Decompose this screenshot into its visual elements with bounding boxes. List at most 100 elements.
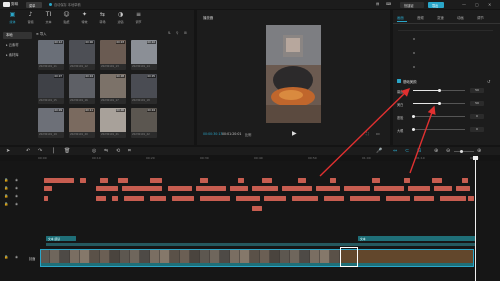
delete-icon[interactable]: 🗑 [64,148,70,154]
main-track-lock-icon[interactable]: 🔒 [4,255,8,259]
track-visibility-icon[interactable]: ◉ [15,202,18,206]
crop-icon[interactable]: ⌗ [128,148,131,154]
tab-filter[interactable]: ◑ 滤镜 [112,11,129,28]
text-clip[interactable] [122,186,162,191]
text-clip[interactable] [468,196,474,201]
shortcut-icon[interactable]: ⌨ [386,2,391,6]
preview-axis-icon[interactable]: ⊟ [417,148,421,154]
magnet-icon[interactable]: ⊂ [405,148,409,154]
track-visibility-icon[interactable]: ◉ [15,194,18,198]
playhead[interactable] [475,157,476,281]
slider-knob[interactable] [411,115,415,118]
media-thumbnail[interactable]: 00:05 20230101_18 [131,74,157,104]
grid-icon[interactable]: ⊞ [184,31,187,35]
export-button[interactable]: 导出 [428,1,444,8]
props-tab[interactable]: 动画 [457,15,464,20]
media-thumbnail[interactable]: 00:04 20230101_16 [69,74,95,104]
text-clip[interactable] [372,178,380,183]
text-clip[interactable] [386,196,410,201]
slider-value-input[interactable]: 0 [470,113,484,119]
audio-waveform-track[interactable] [46,243,476,246]
text-clip[interactable] [150,196,166,201]
text-clip[interactable] [96,196,106,201]
media-thumbnail[interactable]: 00:11 20230101_20 [69,108,95,138]
text-clip[interactable] [440,196,466,201]
text-clip[interactable] [316,186,340,191]
layout-icon[interactable]: ▤ [376,2,379,6]
close-icon[interactable]: ✕ [488,2,491,7]
track-visibility-icon[interactable]: ◉ [15,178,18,182]
text-clip[interactable] [252,186,278,191]
redo-icon[interactable]: ↷ [38,148,42,154]
selected-clip[interactable] [340,247,358,267]
main-track-visibility-icon[interactable]: ◉ [15,255,18,259]
text-clip[interactable] [44,186,52,191]
tab-effects[interactable]: ✦ 特效 [76,11,93,28]
props-tab[interactable]: 音频 [417,15,424,20]
zoom-out-icon[interactable]: ⊖ [446,148,450,154]
tab-text[interactable]: TI 文本 [40,11,57,28]
media-thumbnail[interactable]: 00:06 20230101_12 [69,40,95,70]
track-lock-icon[interactable]: 🔒 [4,178,8,182]
text-clip[interactable] [408,186,430,191]
props-tab[interactable]: 调节 [477,15,484,20]
media-thumbnail[interactable]: 00:04 20230101_22 [131,108,157,138]
tab-media[interactable]: ▣ 媒体 [4,11,21,28]
split-icon[interactable]: ⎮ [52,148,55,154]
text-clip[interactable] [264,196,286,201]
sort-icon[interactable]: ⇅ [168,31,171,35]
select-tool-icon[interactable]: ➤ [6,148,10,154]
text-clip[interactable] [44,178,74,183]
maximize-icon[interactable]: ▢ [475,2,479,7]
reverse-icon[interactable]: ⇋ [104,148,108,154]
props-tab[interactable]: 变速 [437,15,444,20]
text-clip[interactable] [282,186,312,191]
text-clip[interactable] [150,178,162,183]
audio-clip[interactable]: 文本 朗读 [46,236,76,241]
text-clip[interactable] [404,178,410,183]
zoom-slider[interactable] [454,149,474,153]
undo-icon[interactable]: ↶ [26,148,30,154]
text-clip[interactable] [238,178,244,183]
text-clip[interactable] [456,186,470,191]
media-thumbnail[interactable]: 00:12 20230101_11 [38,40,64,70]
menu-button[interactable]: 菜单 [26,1,42,8]
tab-sticker[interactable]: ☺ 贴纸 [58,11,75,28]
slider-value-input[interactable]: 0 [470,126,484,132]
link-icon[interactable]: ⇔ [393,148,397,154]
media-thumbnail[interactable]: 00:08 20230101_17 [100,74,126,104]
text-clip[interactable] [462,178,468,183]
text-clip[interactable] [324,196,344,201]
slider-value-input[interactable]: 50 [470,87,484,93]
text-clip[interactable] [350,196,380,201]
media-thumbnail[interactable]: 00:10 20230101_14 [131,40,157,70]
slider-knob[interactable] [437,89,441,92]
tab-transition[interactable]: ⇆ 转场 [94,11,111,28]
side-nav-item[interactable]: ▸ 云素材 [3,42,32,49]
cover-label[interactable]: 封面 [29,256,35,261]
text-clip[interactable] [172,196,194,201]
mirror-icon[interactable]: ⟲ [116,148,120,154]
slider-value-input[interactable]: 50 [470,100,484,106]
media-thumbnail[interactable]: 00:07 20230101_15 [38,74,64,104]
beauty-checkbox[interactable] [397,79,401,83]
text-clip[interactable] [330,178,336,183]
align-icon[interactable]: ⊕ [434,148,438,154]
text-clip[interactable] [434,186,452,191]
media-thumbnail[interactable]: 00:09 20230101_19 [38,108,64,138]
beauty-slider[interactable] [413,89,465,92]
text-clip[interactable] [80,178,86,183]
text-clip[interactable] [44,196,48,201]
play-icon[interactable]: ▶ [292,130,297,137]
text-clip[interactable] [262,178,272,183]
track-lock-icon[interactable]: 🔒 [4,194,8,198]
beauty-slider[interactable] [413,102,465,105]
text-clip[interactable] [298,178,306,183]
text-clip[interactable] [124,196,144,201]
video-preview[interactable] [266,25,321,123]
track-visibility-icon[interactable]: ◉ [15,186,18,190]
tab-audio[interactable]: ♪ 音频 [22,11,39,28]
slider-knob[interactable] [411,128,415,131]
text-clip[interactable] [252,206,262,211]
media-thumbnail[interactable]: 00:03 20230101_13 [100,40,126,70]
